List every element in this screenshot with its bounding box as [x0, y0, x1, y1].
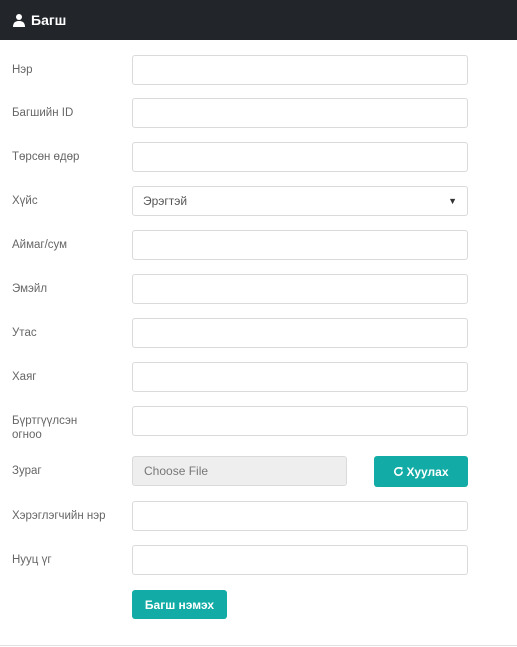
username-input[interactable]: [132, 501, 468, 531]
choose-file-label: Choose File: [144, 464, 209, 478]
birthdate-label: Төрсөн өдөр: [12, 151, 80, 163]
add-teacher-button[interactable]: Багш нэмэх: [132, 590, 227, 619]
registration-date-label-line1: Бүртгүүлсэн: [12, 415, 78, 427]
gender-selected-value: Эрэгтэй: [143, 194, 188, 208]
header-title: Багш: [31, 12, 67, 28]
photo-label: Зураг: [12, 465, 42, 477]
user-icon: [12, 13, 26, 27]
address-label: Хаяг: [12, 371, 37, 383]
registration-date-label: Бүртгүүлсэн огноо: [12, 414, 122, 442]
teacher-id-input[interactable]: [132, 98, 468, 128]
teacher-id-label: Багшийн ID: [12, 107, 74, 119]
gender-select[interactable]: Эрэгтэй ▼: [132, 186, 468, 216]
refresh-icon: [393, 466, 404, 477]
phone-label: Утас: [12, 327, 37, 339]
photo-file-input[interactable]: Choose File: [132, 456, 347, 486]
registration-date-input[interactable]: [132, 406, 468, 436]
email-label: Эмэйл: [12, 283, 48, 295]
province-label: Аймаг/сум: [12, 239, 68, 251]
email-input[interactable]: [132, 274, 468, 304]
page-header: Багш: [0, 0, 517, 40]
caret-down-icon: ▼: [448, 196, 457, 206]
phone-input[interactable]: [132, 318, 468, 348]
birthdate-input[interactable]: [132, 142, 468, 172]
password-input[interactable]: [132, 545, 468, 575]
add-teacher-button-label: Багш нэмэх: [144, 597, 215, 612]
address-input[interactable]: [132, 362, 468, 392]
password-label: Нууц үг: [12, 554, 52, 566]
reset-button[interactable]: Хуулах: [374, 456, 468, 487]
name-input[interactable]: [132, 55, 468, 85]
province-input[interactable]: [132, 230, 468, 260]
reset-button-label: Хуулах: [406, 464, 449, 479]
gender-label: Хүйс: [12, 195, 38, 207]
bottom-divider: [0, 645, 517, 646]
name-label: Нэр: [12, 64, 33, 76]
registration-date-label-line2: огноо: [12, 429, 42, 441]
username-label: Хэрэглэгчийн нэр: [12, 510, 106, 522]
